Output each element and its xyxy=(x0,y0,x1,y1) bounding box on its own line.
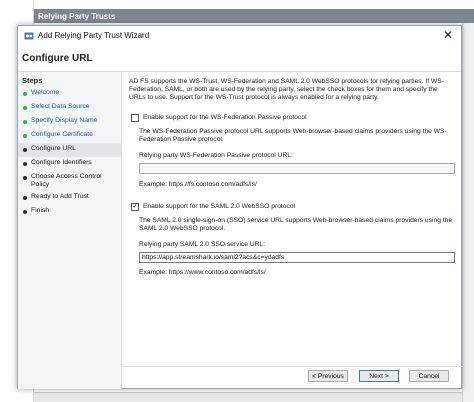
step-complete-icon xyxy=(23,106,27,110)
wsfed-description: The WS-Federation Passive protocol URL s… xyxy=(139,128,447,143)
saml-description: The SAML 2.0 single-sign-on (SSO) servic… xyxy=(139,217,453,232)
step-item: Select Data Source xyxy=(18,101,121,115)
mmc-status-bar xyxy=(34,392,462,402)
step-item: Specify Display Name xyxy=(18,115,121,129)
step-item: Configure Certificate xyxy=(18,129,121,143)
dialog-title: Add Relying Party Trust Wizard xyxy=(38,31,150,40)
step-bullet-icon xyxy=(23,148,27,152)
step-label: Select Data Source xyxy=(31,103,90,110)
intro-text: AD FS supports the WS-Trust, WS-Federati… xyxy=(129,78,444,101)
mmc-actions-pane xyxy=(462,23,474,402)
step-label: Choose Access Control Policy xyxy=(31,173,102,188)
saml-url-label: Relying party SAML 2.0 SSO service URL: xyxy=(139,241,266,248)
step-complete-icon xyxy=(23,134,27,138)
step-label: Welcome xyxy=(31,89,60,96)
cancel-button[interactable]: Cancel xyxy=(409,370,449,382)
saml-url-input[interactable] xyxy=(139,252,455,263)
page-title: Configure URL xyxy=(22,53,93,64)
step-bullet-icon xyxy=(23,176,27,180)
step-bullet-icon xyxy=(23,162,27,166)
wsfed-url-input[interactable] xyxy=(139,163,455,174)
wsfed-example: Example: https://fs.contoso.com/adfs/ls/ xyxy=(139,181,257,188)
step-bullet-icon xyxy=(23,210,27,214)
step-item: Choose Access Control Policy xyxy=(18,171,121,191)
step-label: Configure URL xyxy=(31,145,76,152)
step-complete-icon xyxy=(23,120,27,124)
wsfed-checkbox[interactable] xyxy=(131,114,139,122)
step-label: Ready to Add Trust xyxy=(31,193,89,200)
wizard-dialog: Add Relying Party Trust Wizard ✕ Configu… xyxy=(17,25,463,389)
step-item: Configure URL xyxy=(18,143,121,157)
step-bullet-icon xyxy=(23,196,27,200)
next-button[interactable]: Next > xyxy=(359,370,399,382)
steps-list: Welcome Select Data Source Specify Display… xyxy=(18,87,121,219)
step-label: Finish xyxy=(31,207,50,214)
steps-heading: Steps xyxy=(22,76,43,85)
step-item: Finish xyxy=(18,205,121,219)
step-item: Configure Identifiers xyxy=(18,157,121,171)
step-label: Specify Display Name xyxy=(31,117,98,124)
previous-button[interactable]: < Previous xyxy=(308,370,348,382)
saml-checkbox[interactable]: ✓ xyxy=(131,203,139,211)
steps-panel: Steps Welcome Select Data Source Specify D… xyxy=(18,72,122,389)
wizard-app-icon xyxy=(24,32,34,40)
wsfed-url-label: Relying party WS-Federation Passive prot… xyxy=(139,152,293,159)
saml-example: Example: https://www.contoso.com/adfs/ls… xyxy=(139,269,266,276)
step-complete-icon xyxy=(23,92,27,96)
step-item: Ready to Add Trust xyxy=(18,191,121,205)
footer-divider xyxy=(122,366,463,367)
step-label: Configure Certificate xyxy=(31,131,93,138)
dialog-titlebar[interactable]: Add Relying Party Trust Wizard ✕ xyxy=(18,26,461,46)
mmc-pane-header: Relying Party Trusts xyxy=(34,9,474,23)
step-label: Configure Identifiers xyxy=(31,159,92,166)
close-icon[interactable]: ✕ xyxy=(441,28,455,42)
step-item: Welcome xyxy=(18,87,121,101)
saml-checkbox-label[interactable]: Enable support for the SAML 2.0 WebSSO p… xyxy=(143,203,295,211)
wsfed-checkbox-label[interactable]: Enable support for the WS-Federation Pas… xyxy=(143,114,307,122)
